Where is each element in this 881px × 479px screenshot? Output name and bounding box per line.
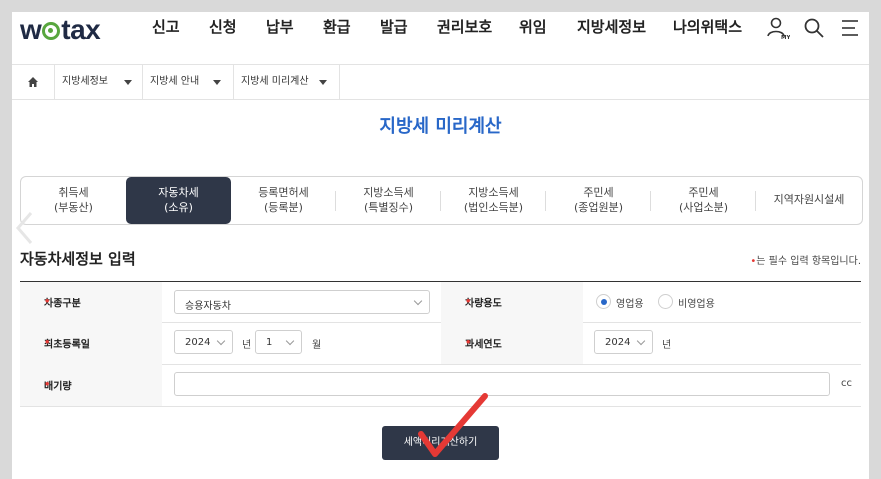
tax-type-tabs: 취득세 (부동산) 자동차세 (소유) 등록면허세 (등록분) 지방소득세 (특별징수)…: [16, 176, 863, 244]
chevron-down-icon: [636, 336, 646, 346]
wetax-logo[interactable]: w tax: [20, 14, 101, 46]
page-frame: w tax 신고 신청 납부 환급 발급 권리보호 위임 지방세정보 나의위택스 …: [12, 12, 869, 479]
cc-unit: cc: [841, 378, 852, 389]
tab-local-income-tax-corporate[interactable]: 지방소득세 (법인소득분): [441, 177, 546, 224]
menu-item-apply[interactable]: 신청: [209, 16, 237, 37]
breadcrumb: 지방세정보 지방세 안내 지방세 미리계산: [12, 64, 869, 100]
red-checkmark-annotation-icon: [418, 393, 488, 457]
chevron-down-icon: [413, 296, 423, 306]
breadcrumb-home[interactable]: [12, 65, 55, 99]
chevron-down-icon: [285, 336, 295, 346]
first-reg-year-select[interactable]: 2024: [174, 330, 233, 354]
vehicle-use-commercial-radio[interactable]: [596, 294, 611, 309]
first-registration-label: 최초등록일 •: [20, 322, 162, 364]
page-title: 지방세 미리계산: [379, 116, 502, 137]
breadcrumb-item-localtax-guide[interactable]: 지방세 안내: [142, 65, 234, 99]
logo-circle-icon: [42, 22, 61, 40]
form-row: 차종구분 • 승용자동차 차량용도 • 영업용 비영업용: [20, 282, 861, 323]
year-unit: 년: [242, 340, 252, 351]
tax-year-select[interactable]: 2024: [594, 330, 653, 354]
chevron-down-icon: [124, 80, 132, 85]
hamburger-menu-icon[interactable]: [838, 16, 862, 40]
tab-local-income-tax-withholding[interactable]: 지방소득세 (특별징수): [336, 177, 441, 224]
menu-item-my-wetax[interactable]: 나의위택스: [673, 16, 742, 37]
tab-registration-license-tax[interactable]: 등록면허세 (등록분): [231, 177, 336, 224]
tab-resident-tax-employee[interactable]: 주민세 (종업원분): [546, 177, 651, 224]
menu-item-issue[interactable]: 발급: [380, 16, 408, 37]
tab-resident-tax-business[interactable]: 주민세 (사업소분): [651, 177, 756, 224]
menu-item-refund[interactable]: 환급: [323, 16, 351, 37]
tab-vehicle-tax[interactable]: 자동차세 (소유): [126, 177, 231, 224]
vehicle-use-commercial-label[interactable]: 영업용: [616, 295, 644, 310]
global-header: w tax 신고 신청 납부 환급 발급 권리보호 위임 지방세정보 나의위택스 …: [12, 12, 869, 64]
vehicle-info-form: 차종구분 • 승용자동차 차량용도 • 영업용 비영업용 최초등록일 • 202…: [20, 281, 861, 407]
menu-item-report[interactable]: 신고: [152, 16, 180, 37]
vehicle-type-label: 차종구분 •: [20, 282, 162, 322]
first-reg-month-select[interactable]: 1: [255, 330, 302, 354]
section-title: 자동차세정보 입력: [20, 250, 136, 268]
tab-regional-resource-tax[interactable]: 지역자원시설세: [756, 177, 862, 224]
breadcrumb-item-localtax-info[interactable]: 지방세정보: [54, 65, 143, 99]
home-icon: [28, 77, 38, 87]
tax-year-label: 과세연도 •: [441, 322, 583, 364]
tax-year-unit: 년: [662, 340, 672, 351]
breadcrumb-item-precalc[interactable]: 지방세 미리계산: [233, 65, 340, 99]
menu-item-pay[interactable]: 납부: [266, 16, 294, 37]
menu-item-delegate[interactable]: 위임: [519, 16, 547, 37]
search-icon[interactable]: [802, 16, 826, 40]
menu-item-localtax-info[interactable]: 지방세정보: [577, 16, 646, 37]
chevron-down-icon: [216, 336, 226, 346]
vehicle-use-label: 차량용도 •: [441, 282, 583, 322]
user-my-icon[interactable]: MY: [766, 16, 790, 40]
form-row: 최초등록일 • 2024 년 1 월 과세연도 • 2024 년: [20, 322, 861, 365]
menu-item-rights[interactable]: 권리보호: [437, 16, 492, 37]
tabs-prev-arrow-icon[interactable]: [13, 211, 37, 245]
vehicle-type-select[interactable]: 승용자동차: [174, 290, 430, 314]
chevron-down-icon: [213, 80, 221, 85]
vehicle-use-noncommercial-radio[interactable]: [658, 294, 673, 309]
month-unit: 월: [312, 340, 322, 351]
required-note: •는 필수 입력 항목입니다.: [750, 256, 861, 267]
displacement-input[interactable]: [174, 372, 830, 396]
vehicle-use-noncommercial-label[interactable]: 비영업용: [678, 295, 715, 310]
svg-text:MY: MY: [781, 35, 790, 40]
chevron-down-icon: [319, 80, 327, 85]
displacement-label: 배기량 •: [20, 364, 162, 406]
